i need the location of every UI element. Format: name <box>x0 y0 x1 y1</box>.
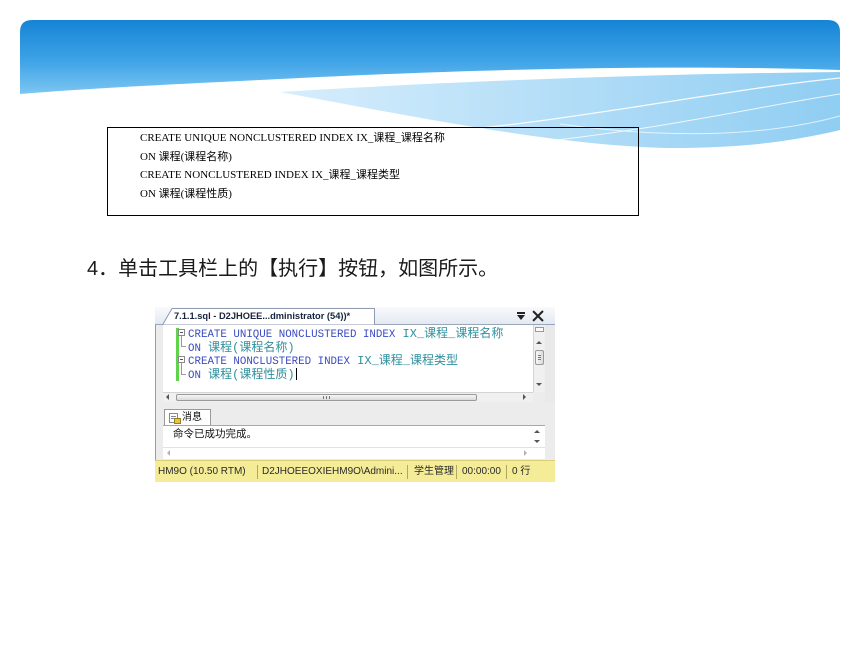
scroll-right-button[interactable] <box>519 393 529 401</box>
status-row-count: 0 行 <box>512 466 531 477</box>
sql-keyword: ON <box>188 370 201 383</box>
sql-identifier: IX_课程_课程名称 <box>395 327 504 341</box>
tab-messages[interactable]: 消息 <box>164 409 211 425</box>
scroll-thumb[interactable] <box>176 394 477 401</box>
code-line[interactable]: ON 课程(课程名称) <box>188 340 503 355</box>
screenshot-border <box>155 307 156 482</box>
code-box-line: CREATE NONCLUSTERED INDEX IX_课程_课程类型 <box>140 169 401 182</box>
scroll-grip-icon <box>538 355 541 356</box>
editor-vertical-scrollbar[interactable] <box>533 325 545 392</box>
sql-code[interactable]: CREATE UNIQUE NONCLUSTERED INDEX IX_课程_课… <box>188 326 504 383</box>
code-line[interactable]: CREATE NONCLUSTERED INDEX IX_课程_课程类型 <box>188 353 503 369</box>
collapse-icon[interactable] <box>178 356 185 363</box>
code-box-line: ON 课程(课程性质) <box>140 188 232 201</box>
step-instruction: 4．单击工具栏上的【执行】按钮，如图所示。 <box>87 258 499 280</box>
text-cursor <box>295 368 297 381</box>
status-elapsed-time: 00:00:00 <box>462 466 501 477</box>
scroll-right-button[interactable] <box>520 449 530 457</box>
document-tab-title: 7.1.1.sql - D2JHOEE...dministrator (54))… <box>174 311 351 321</box>
code-box-line: CREATE UNIQUE NONCLUSTERED INDEX IX_课程_课… <box>140 132 445 144</box>
code-line[interactable]: CREATE UNIQUE NONCLUSTERED INDEX IX_课程_课… <box>188 326 504 341</box>
code-line[interactable]: ON 课程(课程性质) <box>188 367 503 383</box>
messages-vertical-scrollbar[interactable] <box>530 426 545 448</box>
sql-code-box: CREATE UNIQUE NONCLUSTERED INDEX IX_课程_课… <box>107 127 639 216</box>
code-box-line: ON 课程(课程名称) <box>140 150 232 163</box>
document-tab-bar: 7.1.1.sql - D2JHOEE...dministrator (54))… <box>155 307 555 325</box>
status-separator <box>407 465 408 479</box>
document-tab[interactable]: 7.1.1.sql - D2JHOEE...dministrator (54))… <box>162 308 375 325</box>
scroll-grip-icon <box>326 396 327 399</box>
status-separator <box>456 465 457 479</box>
status-bar: HM9O (10.50 RTM) D2JHOEEOXIEHM9O\Admini.… <box>155 460 555 482</box>
sql-identifier: 课程(课程性质) <box>200 368 295 383</box>
outline-line <box>181 346 186 347</box>
collapse-icon[interactable] <box>178 329 185 336</box>
tab-messages-label: 消息 <box>182 412 202 423</box>
outline-line <box>181 336 182 346</box>
scroll-left-button[interactable] <box>164 449 174 457</box>
scroll-grip-icon <box>323 396 324 399</box>
split-handle[interactable] <box>535 327 544 332</box>
status-separator <box>257 465 258 479</box>
message-text: 命令已成功完成。 <box>173 428 257 440</box>
query-editor[interactable]: CREATE UNIQUE NONCLUSTERED INDEX IX_课程_课… <box>163 325 533 392</box>
outline-line <box>181 374 186 375</box>
status-separator <box>506 465 507 479</box>
scroll-up-button[interactable] <box>534 339 544 347</box>
scroll-grip-icon <box>329 396 330 399</box>
messages-pane[interactable]: 命令已成功完成。 <box>163 425 545 448</box>
scroll-down-button[interactable] <box>534 380 544 388</box>
editor-horizontal-scrollbar[interactable] <box>163 392 533 402</box>
sql-identifier: IX_课程_课程类型 <box>349 354 458 369</box>
dropdown-icon[interactable] <box>516 310 526 322</box>
scrollbar-corner <box>545 325 555 402</box>
scroll-grip-icon <box>538 359 541 360</box>
close-icon[interactable] <box>532 310 544 322</box>
scroll-grip-icon <box>538 357 541 358</box>
status-server-version: HM9O (10.50 RTM) <box>158 466 246 477</box>
status-connection: D2JHOEEOXIEHM9O\Admini... <box>262 466 403 477</box>
messages-horizontal-scrollbar[interactable] <box>163 447 545 459</box>
outline-line <box>181 363 182 374</box>
ssms-screenshot: 7.1.1.sql - D2JHOEE...dministrator (54))… <box>155 307 555 482</box>
scroll-down-button[interactable] <box>532 437 542 445</box>
scroll-left-button[interactable] <box>163 393 173 401</box>
scroll-thumb[interactable] <box>535 350 544 365</box>
messages-icon <box>169 413 181 424</box>
scroll-up-button[interactable] <box>532 428 542 436</box>
status-database: 学生管理 <box>414 466 454 477</box>
